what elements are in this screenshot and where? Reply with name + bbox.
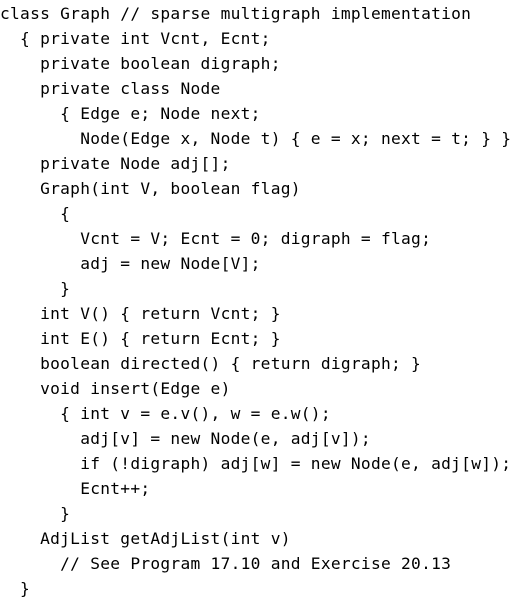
code-line: if (!digraph) adj[w] = new Node(e, adj[w…: [0, 454, 512, 473]
code-line: private Node adj[];: [0, 154, 231, 173]
code-line: Node(Edge x, Node t) { e = x; next = t; …: [0, 129, 512, 148]
code-line: int V() { return Vcnt; }: [0, 304, 281, 323]
code-line: { private int Vcnt, Ecnt;: [0, 29, 271, 48]
code-line: Graph(int V, boolean flag): [0, 179, 301, 198]
code-line: // See Program 17.10 and Exercise 20.13: [0, 554, 452, 573]
code-listing: class Graph // sparse multigraph impleme…: [0, 1, 517, 598]
code-line: {: [0, 204, 71, 223]
code-line: { Edge e; Node next;: [0, 104, 261, 123]
code-line: AdjList getAdjList(int v): [0, 529, 291, 548]
code-line: adj = new Node[V];: [0, 254, 261, 273]
code-line: Ecnt++;: [0, 479, 151, 498]
code-line: int E() { return Ecnt; }: [0, 329, 281, 348]
code-line: private boolean digraph;: [0, 54, 281, 73]
code-line: { int v = e.v(), w = e.w();: [0, 404, 331, 423]
code-line: class Graph // sparse multigraph impleme…: [0, 4, 472, 23]
code-line: boolean directed() { return digraph; }: [0, 354, 422, 373]
code-line: adj[v] = new Node(e, adj[v]);: [0, 429, 371, 448]
code-line: private class Node: [0, 79, 221, 98]
code-line: Vcnt = V; Ecnt = 0; digraph = flag;: [0, 229, 432, 248]
code-line: }: [0, 504, 71, 523]
code-line: }: [0, 279, 71, 298]
code-line: void insert(Edge e): [0, 379, 231, 398]
code-line: }: [0, 579, 31, 598]
